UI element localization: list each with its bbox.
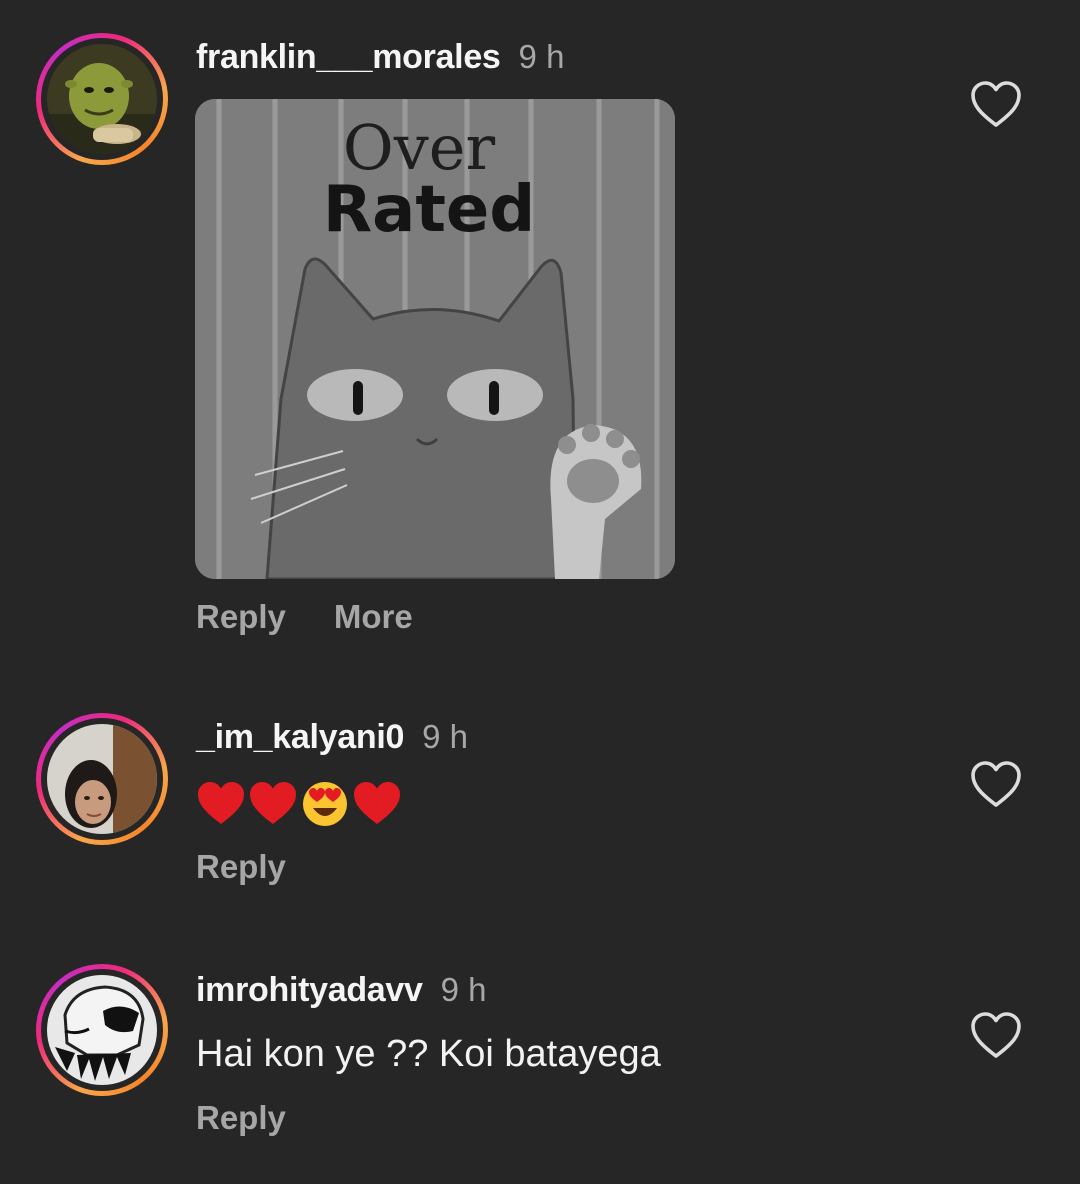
red-heart-emoji (250, 782, 296, 824)
comment-actions: Reply (196, 848, 334, 886)
username[interactable]: imrohityadavv (196, 971, 423, 1009)
heart-outline-icon (971, 1012, 1021, 1058)
timestamp: 9 h (518, 38, 565, 75)
heart-outline-icon (971, 81, 1021, 127)
like-button[interactable] (968, 758, 1024, 810)
comment-item: imrohityadavv 9 h Hai kon ye ?? Koi batay… (0, 931, 1080, 1184)
comment-actions: Reply (196, 1099, 334, 1137)
avatar-story-ring[interactable] (36, 33, 168, 165)
comment-text: Hai kon ye ?? Koi batayega (196, 1033, 661, 1075)
comment-header: _im_kalyani0 9 h (196, 718, 468, 757)
avatar (47, 724, 157, 834)
comment-header: imrohityadavv 9 h (196, 971, 487, 1010)
comment-actions: Reply More (196, 598, 461, 636)
red-heart-emoji (354, 782, 400, 824)
heart-outline-icon (971, 761, 1021, 807)
timestamp: 9 h (422, 718, 468, 755)
avatar-story-ring[interactable] (36, 964, 168, 1096)
avatar (47, 975, 157, 1085)
like-button[interactable] (968, 78, 1024, 130)
more-button[interactable]: More (334, 598, 413, 635)
reply-button[interactable]: Reply (196, 598, 286, 635)
comment-header: franklin___morales 9 h (196, 38, 564, 77)
username[interactable]: franklin___morales (196, 38, 501, 76)
avatar (47, 44, 157, 154)
reply-button[interactable]: Reply (196, 1099, 286, 1136)
like-button[interactable] (968, 1009, 1024, 1061)
timestamp: 9 h (440, 971, 487, 1008)
comment-item: franklin___morales 9 h Over Rated Reply … (0, 0, 1080, 680)
comment-item: _im_kalyani0 9 h Reply (0, 680, 1080, 940)
sticker-title-line2: Rated (323, 173, 535, 247)
username[interactable]: _im_kalyani0 (196, 718, 404, 756)
heart-eyes-face-emoji (303, 782, 347, 826)
red-heart-emoji (198, 782, 244, 824)
avatar-story-ring[interactable] (36, 713, 168, 845)
sticker-image[interactable]: Over Rated (195, 99, 675, 579)
comment-text (196, 780, 402, 828)
reply-button[interactable]: Reply (196, 848, 286, 885)
